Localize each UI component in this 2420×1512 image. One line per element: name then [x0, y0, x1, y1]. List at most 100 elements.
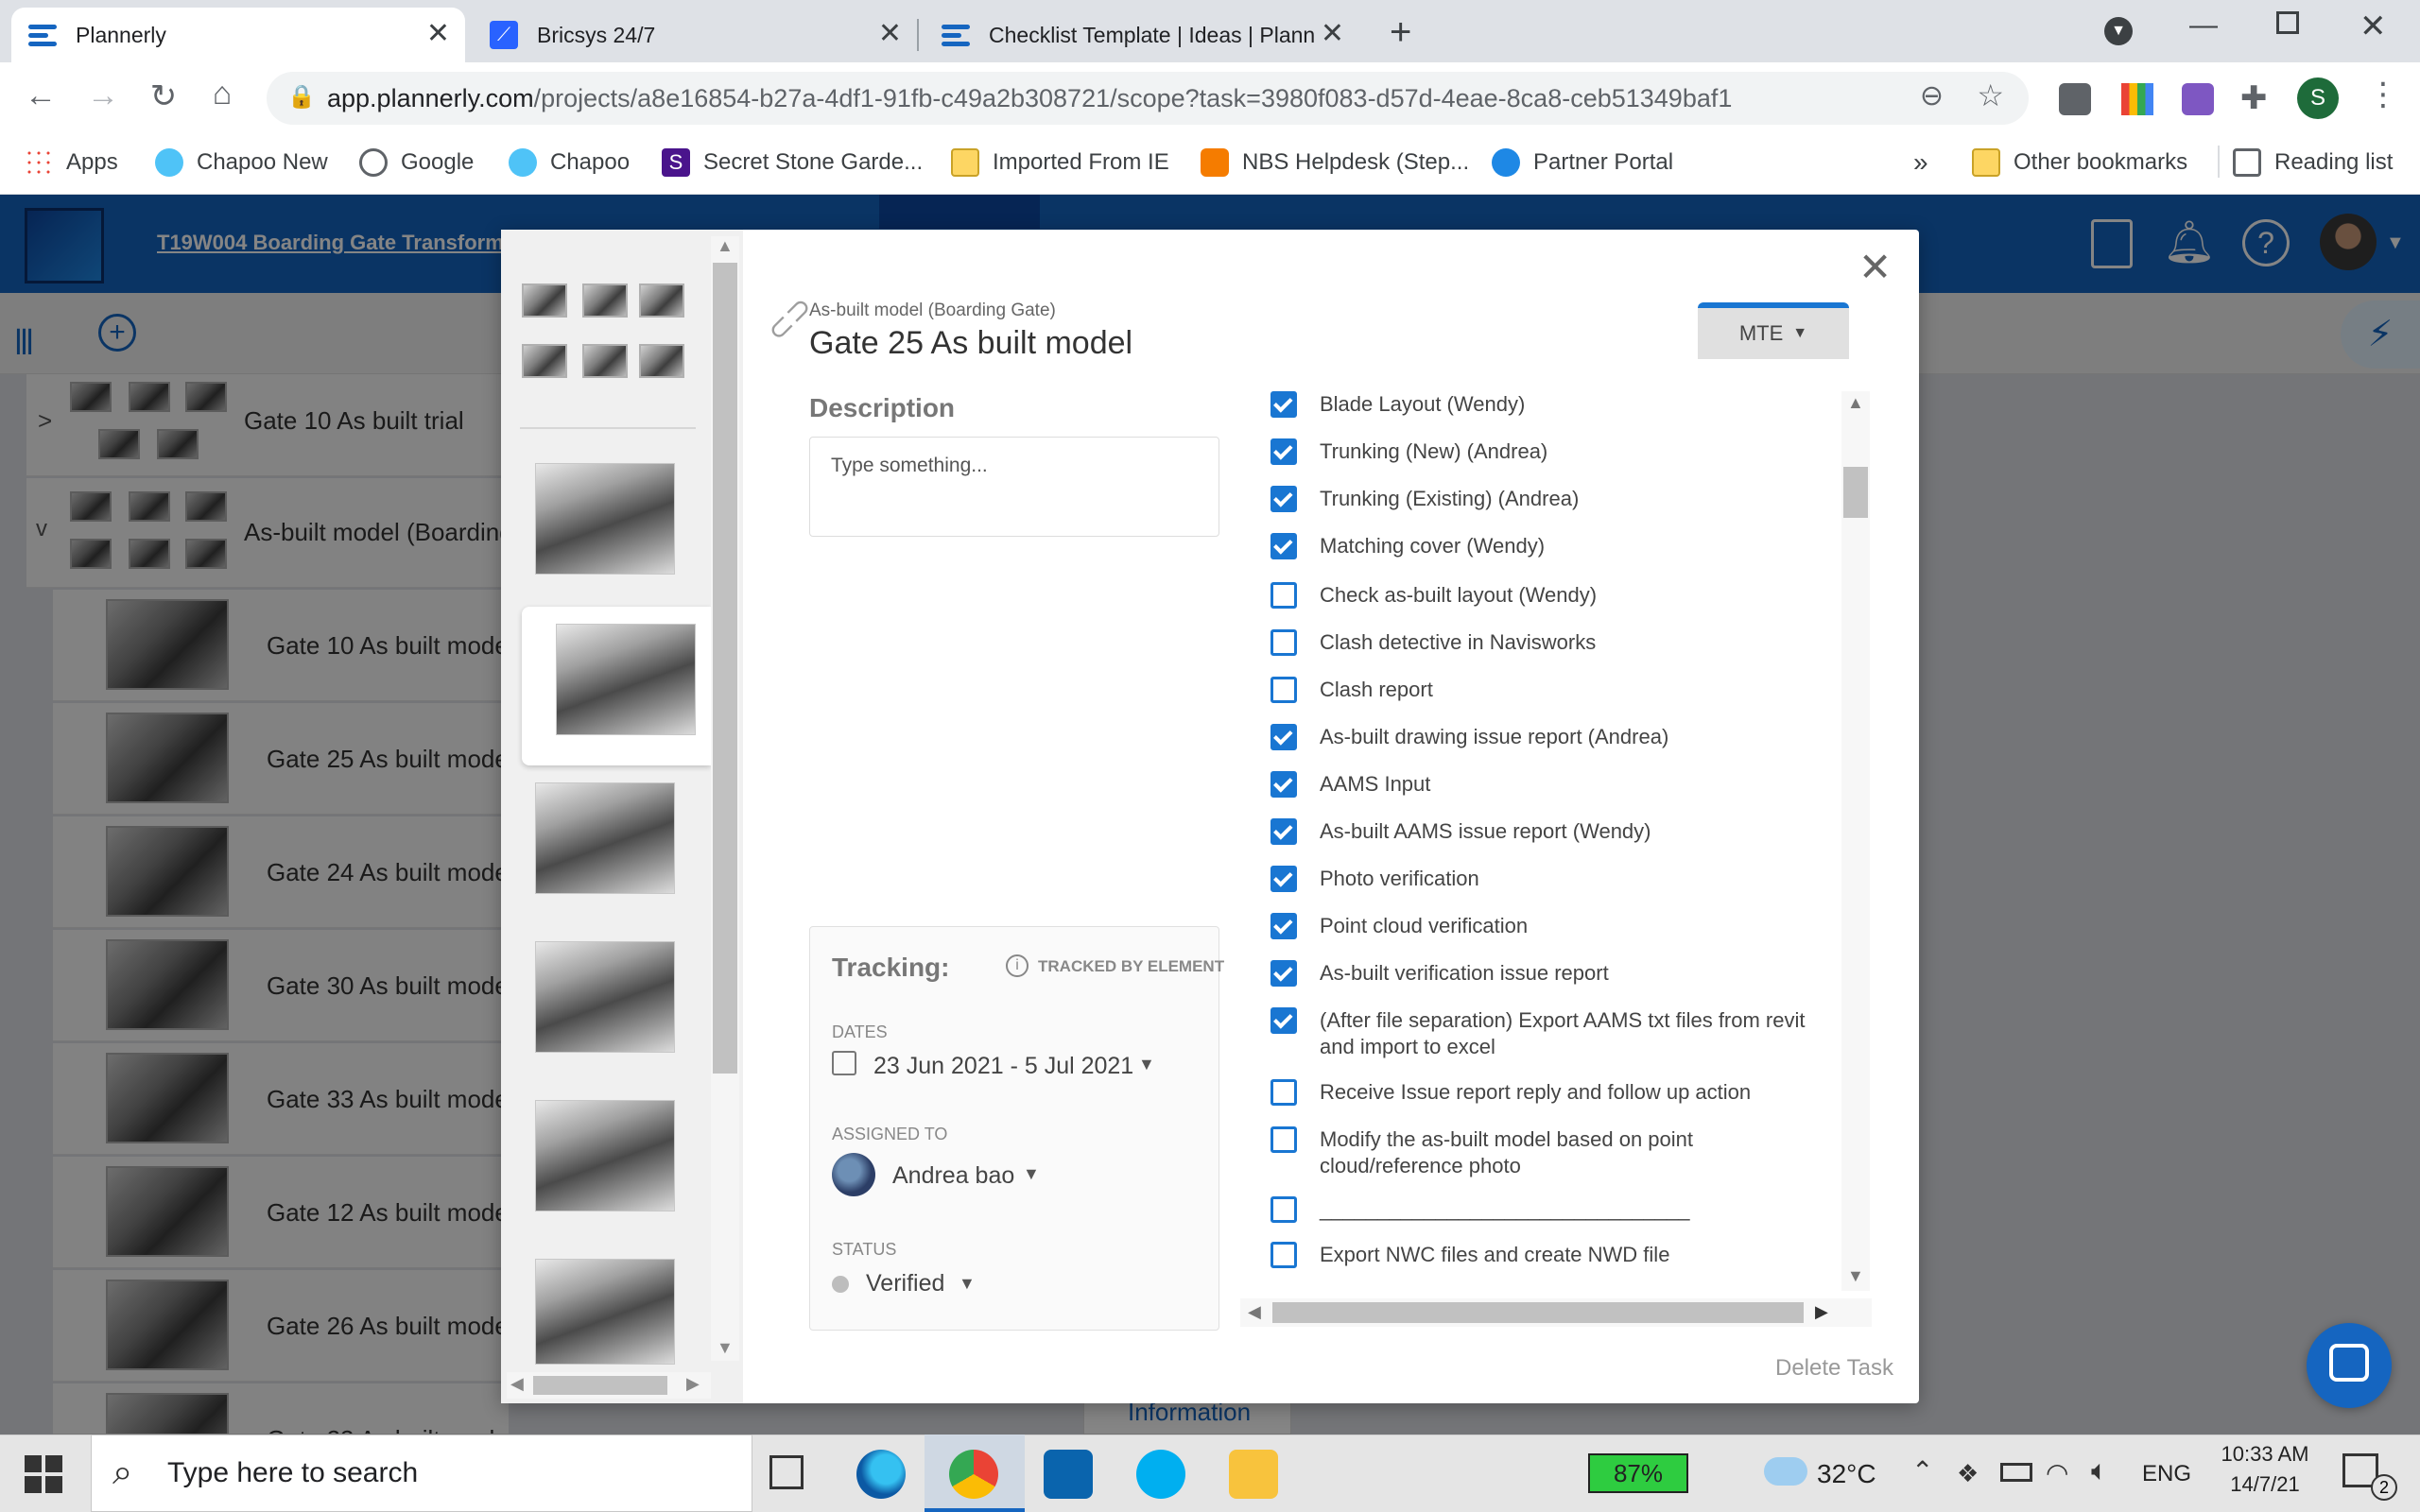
checklist-item-label[interactable]: AAMS Input	[1320, 771, 1430, 798]
checklist-checkbox[interactable]	[1270, 1242, 1297, 1268]
scroll-thumb[interactable]	[713, 263, 737, 1074]
owner-chip[interactable]: MTE ▼	[1698, 302, 1849, 359]
checklist-checkbox[interactable]	[1270, 960, 1297, 987]
close-window-icon[interactable]: ✕	[2360, 8, 2387, 45]
bookmarks-overflow-icon[interactable]: »	[1913, 144, 1928, 181]
model-thumbnail[interactable]	[535, 1259, 675, 1365]
address-bar[interactable]: 🔒 app.plannerly.com/projects/a8e16854-b2…	[267, 72, 2029, 125]
close-tab-icon[interactable]: ✕	[878, 20, 902, 48]
checklist-item-label[interactable]: Trunking (Existing) (Andrea)	[1320, 486, 1579, 512]
scroll-right-icon[interactable]: ▶	[1815, 1302, 1828, 1322]
status-value[interactable]: Verified	[866, 1270, 944, 1297]
checklist-item-label[interactable]: Photo verification	[1320, 866, 1479, 892]
file-explorer-icon[interactable]	[1229, 1450, 1278, 1499]
close-tab-icon[interactable]: ✕	[1321, 20, 1344, 48]
checklist-checkbox[interactable]	[1270, 486, 1297, 512]
restore-window-icon[interactable]	[2276, 11, 2299, 34]
checklist-item[interactable]: ________________________________	[1270, 1196, 1828, 1223]
checklist-vscroll[interactable]: ▲ ▼	[1841, 391, 1870, 1291]
bookmark-partner-portal[interactable]: Partner Portal	[1492, 144, 1673, 181]
close-modal-icon[interactable]: ✕	[1858, 248, 1892, 287]
model-thumbnail[interactable]	[535, 1100, 675, 1211]
bookmark-google[interactable]: Google	[359, 144, 474, 181]
description-input[interactable]: Type something...	[809, 437, 1219, 537]
bookmark-other[interactable]: Other bookmarks	[1972, 144, 2187, 181]
checklist-item-label[interactable]: Modify the as-built model based on point…	[1320, 1126, 1828, 1179]
scroll-down-icon[interactable]: ▼	[717, 1338, 734, 1358]
scroll-left-icon[interactable]: ◀	[1248, 1302, 1261, 1322]
thumbnail-vscroll[interactable]: ▲ ▼	[711, 236, 739, 1361]
extensions-puzzle-icon[interactable]: ✚	[2240, 79, 2268, 117]
scroll-up-icon[interactable]: ▲	[1847, 393, 1864, 413]
extension-puzzle-blue-icon[interactable]	[2182, 83, 2214, 115]
reload-icon[interactable]: ↻	[140, 77, 187, 115]
clock[interactable]: 10:33 AM 14/7/21	[2208, 1442, 2322, 1497]
checklist-item-label[interactable]: Clash detective in Navisworks	[1320, 629, 1596, 656]
checklist-checkbox[interactable]	[1270, 1196, 1297, 1223]
delete-task-button[interactable]: Delete Task	[1775, 1355, 1893, 1382]
dropbox-icon[interactable]: ❖	[1957, 1459, 1979, 1488]
chevron-up-icon[interactable]: ⌃	[1911, 1455, 1933, 1486]
new-tab-button[interactable]: +	[1390, 11, 1411, 54]
checklist-item[interactable]: (After file separation) Export AAMS txt …	[1270, 1007, 1828, 1060]
bookmark-apps[interactable]: Apps	[25, 144, 118, 181]
tab-plannerly[interactable]: Plannerly ✕	[11, 8, 465, 62]
scroll-up-icon[interactable]: ▲	[717, 236, 734, 256]
checklist-checkbox[interactable]	[1270, 438, 1297, 465]
bookmark-star-icon[interactable]: ☆	[1977, 77, 2004, 113]
checklist-item[interactable]: Blade Layout (Wendy)	[1270, 391, 1828, 418]
minimize-window-icon[interactable]: —	[2189, 9, 2218, 42]
model-thumbnail[interactable]	[535, 941, 675, 1053]
checklist-checkbox[interactable]	[1270, 391, 1297, 418]
assignee-value[interactable]: Andrea bao	[892, 1162, 1014, 1190]
checklist-item[interactable]: Receive Issue report reply and follow up…	[1270, 1079, 1828, 1106]
checklist-item[interactable]: Photo verification	[1270, 866, 1828, 892]
profile-avatar[interactable]: S	[2297, 77, 2339, 119]
tracked-by-element[interactable]: TRACKED BY ELEMENT	[1038, 957, 1224, 976]
checklist-checkbox[interactable]	[1270, 771, 1297, 798]
checklist-item[interactable]: Point cloud verification	[1270, 913, 1828, 939]
temperature[interactable]: 32°C	[1817, 1459, 1876, 1489]
skype-icon[interactable]	[1136, 1450, 1185, 1499]
wifi-icon[interactable]: ◠	[2046, 1457, 2068, 1488]
checklist-item[interactable]: As-built drawing issue report (Andrea)	[1270, 724, 1828, 750]
checklist-item[interactable]: Trunking (Existing) (Andrea)	[1270, 486, 1828, 512]
scroll-left-icon[interactable]: ◀	[510, 1374, 524, 1394]
home-icon[interactable]: ⌂	[199, 76, 246, 112]
checklist-item-label[interactable]: As-built drawing issue report (Andrea)	[1320, 724, 1668, 750]
calendar-icon[interactable]	[832, 1051, 856, 1075]
checklist-item[interactable]: As-built verification issue report	[1270, 960, 1828, 987]
chrome-menu-icon[interactable]: ⋮	[2367, 76, 2399, 113]
scroll-thumb[interactable]	[533, 1376, 667, 1395]
scroll-thumb[interactable]	[1843, 467, 1868, 518]
chat-launcher-button[interactable]	[2307, 1323, 2392, 1408]
checklist-checkbox[interactable]	[1270, 818, 1297, 845]
bookmark-imported-ie[interactable]: Imported From IE	[951, 144, 1169, 181]
checklist-item-label[interactable]: Blade Layout (Wendy)	[1320, 391, 1525, 418]
extension-cast-icon[interactable]	[2059, 83, 2091, 115]
checklist-checkbox[interactable]	[1270, 582, 1297, 609]
scroll-down-icon[interactable]: ▼	[1847, 1266, 1864, 1286]
bookmark-chapoo[interactable]: Chapoo	[509, 144, 630, 181]
checklist-item-label[interactable]: Export NWC files and create NWD file	[1320, 1242, 1669, 1268]
back-arrow-icon[interactable]: ←	[17, 77, 64, 114]
scroll-thumb[interactable]	[1272, 1302, 1804, 1323]
dates-value[interactable]: 23 Jun 2021 - 5 Jul 2021	[873, 1053, 1133, 1080]
checklist-item-label[interactable]: Clash report	[1320, 677, 1433, 703]
assignee-dropdown-icon[interactable]: ▼	[1023, 1164, 1040, 1184]
tab-bricsys[interactable]: ⟋ Bricsys 24/7 ✕	[473, 8, 917, 62]
checklist-checkbox[interactable]	[1270, 533, 1297, 559]
checklist-hscroll[interactable]: ◀ ▶	[1240, 1298, 1872, 1327]
checklist-checkbox[interactable]	[1270, 866, 1297, 892]
reading-list-button[interactable]: Reading list	[2233, 144, 2393, 181]
chrome-icon[interactable]	[949, 1450, 998, 1499]
selected-thumbnail-card[interactable]	[522, 607, 711, 765]
close-tab-icon[interactable]: ✕	[426, 20, 450, 48]
zoom-icon[interactable]: ⊖	[1920, 79, 1944, 112]
edge-icon[interactable]	[856, 1450, 906, 1499]
battery-indicator[interactable]: 87%	[1588, 1453, 1688, 1493]
language-indicator[interactable]: ENG	[2142, 1461, 2191, 1487]
checklist-item[interactable]: As-built AAMS issue report (Wendy)	[1270, 818, 1828, 845]
checklist-checkbox[interactable]	[1270, 677, 1297, 703]
modal-breadcrumb[interactable]: As-built model (Boarding Gate)	[809, 301, 1056, 321]
